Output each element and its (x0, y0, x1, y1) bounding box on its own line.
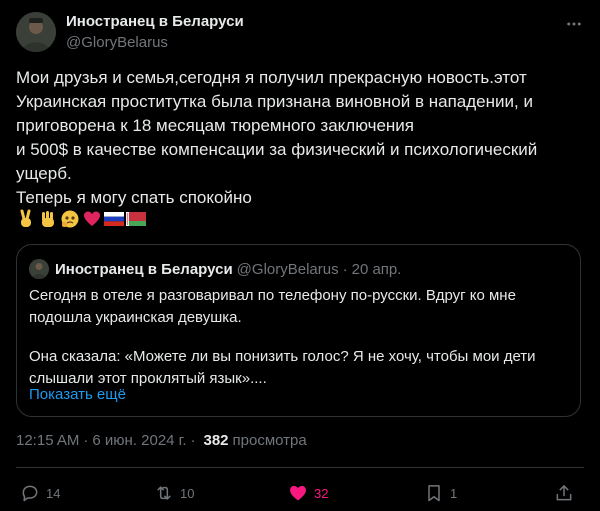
tweet: Иностранец в Беларуси @GloryBelarus Мои … (0, 0, 600, 511)
tweet-header: Иностранец в Беларуси @GloryBelarus (16, 10, 584, 54)
view-count: 382 (203, 432, 229, 449)
quoted-text-paragraph-1: Сегодня в отеле я разговаривал по телефо… (29, 287, 516, 326)
quoted-text-paragraph-2: Она сказала: «Можете ли вы понизить голо… (29, 348, 536, 387)
bookmark-icon (428, 485, 440, 502)
view-count-label: просмотра (232, 432, 307, 449)
like-count: 32 (314, 485, 329, 501)
author-avatar[interactable] (16, 12, 56, 52)
tweet-meta: 12:15 AM · 6 июн. 2024 г. · 382 просмотр… (16, 432, 307, 449)
meta-separator: · (83, 432, 89, 449)
repost-count: 10 (180, 485, 195, 501)
victory-hand-icon (16, 209, 36, 229)
post-emojis (16, 207, 146, 231)
bookmark-button[interactable]: 1 (424, 480, 457, 506)
quoted-tweet-header: Иностранец в Беларуси @GloryBelarus · 20… (29, 259, 401, 279)
face-holding-back-tears-icon (60, 209, 80, 229)
bookmark-count: 1 (450, 485, 458, 501)
post-time[interactable]: 12:15 AM (16, 432, 79, 449)
repost-icon (157, 486, 171, 500)
post-date[interactable]: 6 июн. 2024 г. (92, 432, 186, 449)
quoted-author-avatar (29, 259, 49, 279)
quoted-author-handle: @GloryBelarus (236, 260, 339, 278)
author-display-name[interactable]: Иностранец в Беларуси (66, 12, 244, 31)
heart-icon (290, 485, 306, 501)
share-button[interactable] (554, 480, 574, 506)
more-options-icon[interactable] (564, 14, 584, 34)
quoted-tweet[interactable]: Иностранец в Беларуси @GloryBelarus · 20… (16, 244, 581, 417)
reply-count: 14 (46, 485, 61, 501)
raised-hand-icon (38, 209, 58, 229)
author-handle[interactable]: @GloryBelarus (66, 33, 244, 52)
quoted-author-name: Иностранец в Беларуси (55, 260, 233, 278)
like-button[interactable]: 32 (288, 480, 328, 506)
author-names: Иностранец в Беларуси @GloryBelarus (66, 12, 244, 52)
reply-button[interactable]: 14 (20, 480, 60, 506)
reply-icon (22, 485, 38, 502)
flag-russia-icon (104, 209, 124, 229)
action-bar: 14 10 32 1 (16, 480, 584, 506)
flag-belarus-icon (126, 209, 146, 229)
share-icon (556, 485, 572, 501)
red-heart-icon (82, 209, 102, 229)
quoted-date: 20 апр. (351, 260, 402, 278)
post-text: Мои друзья и семья,сегодня я получил пре… (16, 68, 538, 207)
divider (16, 467, 584, 468)
meta-separator-2: · (190, 432, 196, 449)
repost-button[interactable]: 10 (154, 480, 194, 506)
quoted-separator: · (342, 260, 348, 278)
show-more-link[interactable]: Показать ещё (29, 386, 126, 403)
